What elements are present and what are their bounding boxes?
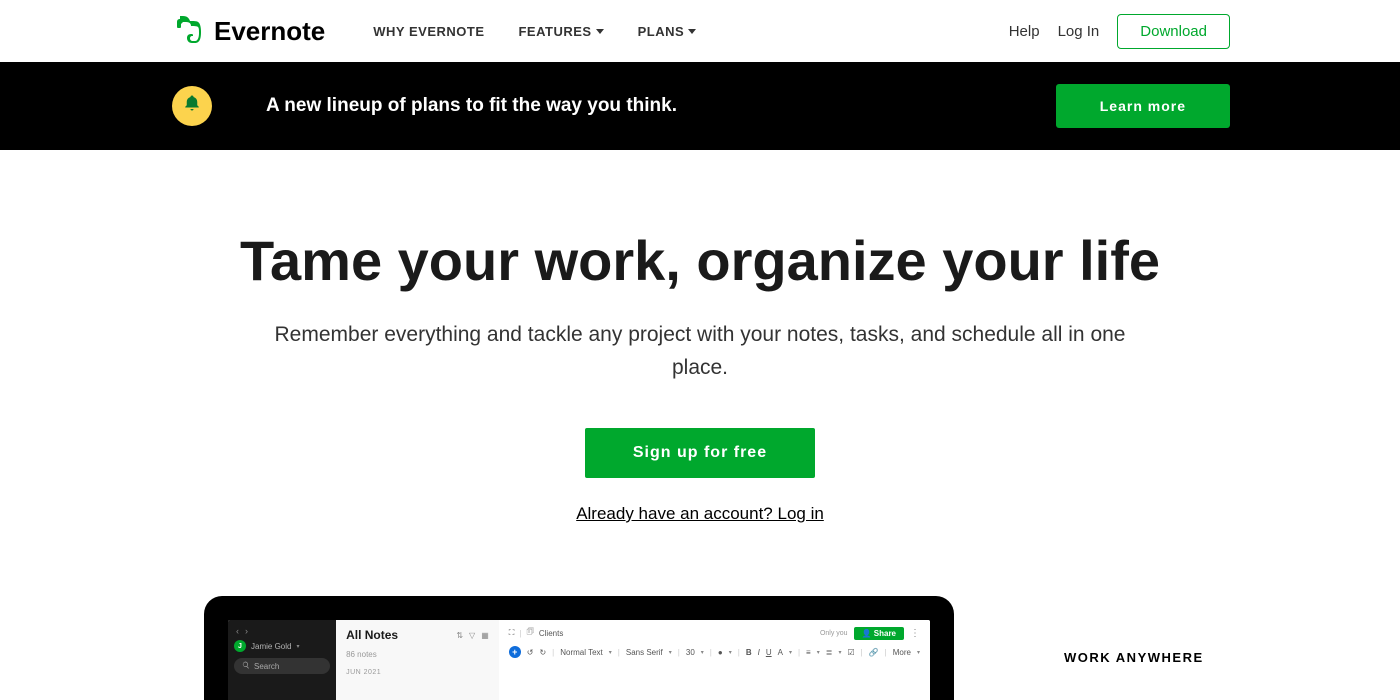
hero-subtitle: Remember everything and tackle any proje… <box>250 319 1150 384</box>
nav-plans[interactable]: PLANS <box>638 24 697 39</box>
mockup-row: ‹ › J Jamie Gold ▾ Search All <box>0 596 1400 700</box>
mock-editor: ⛶ | 🗊 Clients Only you 👤 Share ⋮ <box>499 620 930 700</box>
mock-more: More <box>893 648 911 657</box>
device-frame: ‹ › J Jamie Gold ▾ Search All <box>204 596 954 700</box>
mock-note-count: 86 notes <box>346 650 489 659</box>
nav-right: Help Log In Download <box>1009 14 1230 49</box>
checklist-icon: ☑ <box>847 648 854 657</box>
bell-icon <box>183 94 201 118</box>
mock-search: Search <box>234 658 330 674</box>
mock-list-title: All Notes <box>346 628 398 642</box>
mock-font: Sans Serif <box>626 648 663 657</box>
download-button[interactable]: Download <box>1117 14 1230 49</box>
expand-icon: ⛶ <box>509 628 515 638</box>
help-link[interactable]: Help <box>1009 23 1040 40</box>
promo-banner: A new lineup of plans to fit the way you… <box>0 62 1400 150</box>
chevron-down-icon <box>688 29 696 34</box>
bell-badge <box>172 86 212 126</box>
app-mockup: ‹ › J Jamie Gold ▾ Search All <box>228 620 930 700</box>
banner-text: A new lineup of plans to fit the way you… <box>266 95 677 117</box>
mock-nav-arrows: ‹ › <box>234 626 330 636</box>
hero-title: Tame your work, organize your life <box>20 228 1380 293</box>
mock-paragraph-style: Normal Text <box>560 648 603 657</box>
mock-list-date: JUN 2021 <box>346 669 489 676</box>
existing-account-link[interactable]: Already have an account? Log in <box>576 504 824 524</box>
mock-note-list: All Notes ⇅ ▽ ▦ 86 notes JUN 2021 <box>336 620 499 700</box>
view-icon: ▦ <box>481 631 489 640</box>
learn-more-button[interactable]: Learn more <box>1056 84 1230 128</box>
insert-icon: + <box>509 646 521 658</box>
mock-share-button: 👤 Share <box>854 627 904 640</box>
notebook-icon: 🗊 <box>526 626 533 640</box>
chevron-down-icon: ▾ <box>296 643 299 650</box>
top-nav: Evernote WHY EVERNOTE FEATURES PLANS Hel… <box>0 0 1400 62</box>
undo-icon: ↺ <box>527 648 534 657</box>
work-anywhere-heading: WORK ANYWHERE <box>1064 650 1204 665</box>
sort-icon: ⇅ <box>456 631 463 640</box>
mock-visibility: Only you <box>820 630 848 637</box>
nav-why-evernote[interactable]: WHY EVERNOTE <box>373 24 484 39</box>
brand-logo[interactable]: Evernote <box>172 15 325 47</box>
person-icon: 👤 <box>862 629 872 638</box>
link-icon: 🔗 <box>869 648 879 657</box>
filter-icon: ▽ <box>469 631 475 640</box>
more-icon: ⋮ <box>910 628 920 639</box>
mock-search-label: Search <box>254 662 279 671</box>
login-link[interactable]: Log In <box>1058 23 1100 40</box>
brand-name: Evernote <box>214 16 325 47</box>
avatar: J <box>234 640 246 652</box>
numbered-list-icon: ≣ <box>826 648 833 657</box>
redo-icon: ↻ <box>539 648 546 657</box>
mock-list-actions: ⇅ ▽ ▦ <box>456 631 488 640</box>
nav-features[interactable]: FEATURES <box>518 24 603 39</box>
mock-user: J Jamie Gold ▾ <box>234 640 330 652</box>
chevron-down-icon <box>596 29 604 34</box>
back-icon: ‹ <box>236 626 239 636</box>
side-copy: WORK ANYWHERE <box>1064 596 1204 665</box>
highlight-icon: A <box>778 648 783 657</box>
mock-breadcrumb-label: Clients <box>539 629 563 638</box>
search-icon <box>242 661 250 671</box>
forward-icon: › <box>245 626 248 636</box>
mock-font-size: 30 <box>686 648 695 657</box>
signup-button[interactable]: Sign up for free <box>585 428 815 478</box>
hero: Tame your work, organize your life Remem… <box>0 150 1400 524</box>
italic-icon: I <box>758 648 760 657</box>
underline-icon: U <box>766 648 772 657</box>
mock-toolbar: + ↺ ↻ | Normal Text▾ | Sans Serif▾ | 30▾… <box>509 646 920 658</box>
text-color-icon: ● <box>718 648 723 657</box>
mock-sidebar: ‹ › J Jamie Gold ▾ Search <box>228 620 336 700</box>
bullet-list-icon: ≡ <box>806 648 811 657</box>
mock-breadcrumb: ⛶ | 🗊 Clients <box>509 626 564 640</box>
bold-icon: B <box>746 648 752 657</box>
mock-username: Jamie Gold <box>251 642 291 651</box>
mock-editor-header: ⛶ | 🗊 Clients Only you 👤 Share ⋮ <box>509 626 920 640</box>
nav-links: WHY EVERNOTE FEATURES PLANS <box>373 24 696 39</box>
elephant-icon <box>172 15 204 47</box>
